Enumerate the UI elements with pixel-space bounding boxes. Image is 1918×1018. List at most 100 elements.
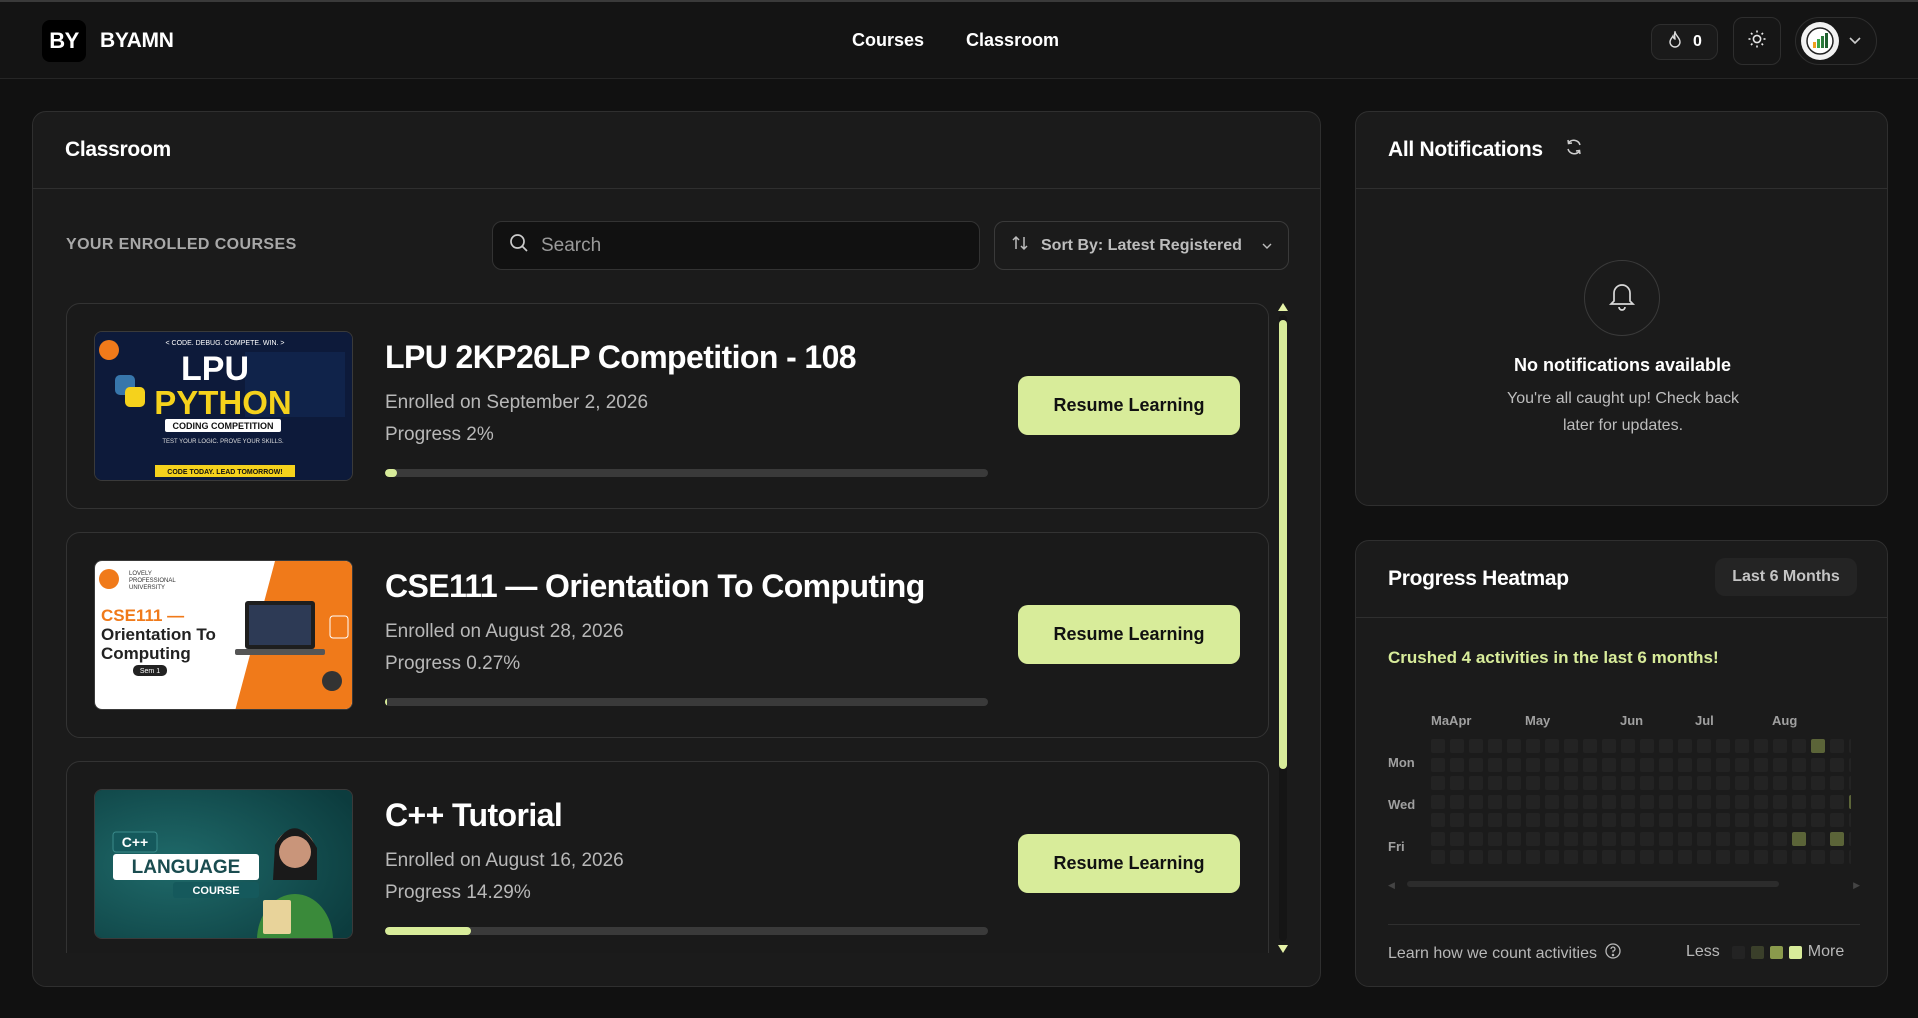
- heatmap-cell[interactable]: [1773, 832, 1787, 846]
- heatmap-cell[interactable]: [1792, 758, 1806, 772]
- heatmap-cell[interactable]: [1735, 813, 1749, 827]
- heatmap-cell[interactable]: [1583, 850, 1597, 864]
- heatmap-cell[interactable]: [1659, 813, 1673, 827]
- course-list-scrollbar[interactable]: [1277, 303, 1290, 953]
- sort-dropdown[interactable]: Sort By: Latest Registered: [994, 221, 1289, 270]
- heatmap-cell[interactable]: [1735, 776, 1749, 790]
- search-input[interactable]: [541, 234, 961, 257]
- heatmap-cell[interactable]: [1773, 739, 1787, 753]
- heatmap-range-selector[interactable]: Last 6 Months: [1715, 558, 1857, 596]
- heatmap-cell[interactable]: [1792, 832, 1806, 846]
- heatmap-cell[interactable]: [1773, 795, 1787, 809]
- heatmap-cell[interactable]: [1659, 850, 1673, 864]
- heatmap-cell[interactable]: [1621, 739, 1635, 753]
- heatmap-cell[interactable]: [1792, 795, 1806, 809]
- course-title[interactable]: C++ Tutorial: [385, 797, 563, 834]
- heatmap-cell[interactable]: [1469, 832, 1483, 846]
- heatmap-cell[interactable]: [1678, 813, 1692, 827]
- heatmap-cell[interactable]: [1640, 795, 1654, 809]
- heatmap-cell[interactable]: [1811, 758, 1825, 772]
- heatmap-cell[interactable]: [1564, 739, 1578, 753]
- heatmap-cell[interactable]: [1773, 758, 1787, 772]
- heatmap-cell[interactable]: [1450, 832, 1464, 846]
- heatmap-cell[interactable]: [1849, 758, 1851, 772]
- scroll-right-arrow-icon[interactable]: ▶: [1853, 880, 1860, 891]
- heatmap-cell[interactable]: [1450, 739, 1464, 753]
- heatmap-cell[interactable]: [1640, 739, 1654, 753]
- resume-learning-button[interactable]: Resume Learning: [1018, 834, 1240, 893]
- heatmap-horizontal-scrollbar[interactable]: ◀ ▶: [1388, 880, 1860, 891]
- heatmap-cell[interactable]: [1640, 832, 1654, 846]
- heatmap-cell[interactable]: [1431, 795, 1445, 809]
- heatmap-cell[interactable]: [1602, 850, 1616, 864]
- heatmap-cell[interactable]: [1640, 850, 1654, 864]
- heatmap-cell[interactable]: [1621, 795, 1635, 809]
- resume-learning-button[interactable]: Resume Learning: [1018, 376, 1240, 435]
- heatmap-cell[interactable]: [1583, 776, 1597, 790]
- heatmap-cell[interactable]: [1507, 776, 1521, 790]
- heatmap-cell[interactable]: [1488, 813, 1502, 827]
- nav-classroom[interactable]: Classroom: [966, 30, 1059, 51]
- heatmap-cell[interactable]: [1754, 813, 1768, 827]
- heatmap-cell[interactable]: [1526, 813, 1540, 827]
- heatmap-cell[interactable]: [1735, 832, 1749, 846]
- heatmap-cell[interactable]: [1621, 850, 1635, 864]
- heatmap-cell[interactable]: [1697, 776, 1711, 790]
- heatmap-cell[interactable]: [1450, 795, 1464, 809]
- heatmap-cell[interactable]: [1773, 850, 1787, 864]
- heatmap-cell[interactable]: [1735, 795, 1749, 809]
- heatmap-cell[interactable]: [1849, 850, 1851, 864]
- scroll-thumb[interactable]: [1407, 881, 1779, 887]
- heatmap-cell[interactable]: [1602, 758, 1616, 772]
- heatmap-cell[interactable]: [1507, 832, 1521, 846]
- heatmap-cell[interactable]: [1716, 795, 1730, 809]
- heatmap-cell[interactable]: [1469, 795, 1483, 809]
- heatmap-cell[interactable]: [1469, 813, 1483, 827]
- heatmap-cell[interactable]: [1697, 832, 1711, 846]
- heatmap-cell[interactable]: [1678, 739, 1692, 753]
- heatmap-cell[interactable]: [1564, 776, 1578, 790]
- heatmap-cell[interactable]: [1450, 850, 1464, 864]
- heatmap-cell[interactable]: [1678, 850, 1692, 864]
- course-card[interactable]: C++ LANGUAGE COURSE C++ Tutorial Enrolle…: [66, 761, 1269, 953]
- heatmap-cell[interactable]: [1488, 832, 1502, 846]
- heatmap-cell[interactable]: [1811, 850, 1825, 864]
- user-menu[interactable]: [1795, 17, 1877, 65]
- heatmap-cell[interactable]: [1697, 739, 1711, 753]
- heatmap-cell[interactable]: [1469, 739, 1483, 753]
- scroll-thumb[interactable]: [1279, 320, 1287, 769]
- heatmap-cell[interactable]: [1431, 739, 1445, 753]
- heatmap-cell[interactable]: [1469, 850, 1483, 864]
- scroll-down-arrow-icon[interactable]: [1278, 945, 1288, 953]
- heatmap-cell[interactable]: [1450, 758, 1464, 772]
- heatmap-cell[interactable]: [1488, 795, 1502, 809]
- heatmap-cell[interactable]: [1830, 776, 1844, 790]
- heatmap-cell[interactable]: [1583, 795, 1597, 809]
- resume-learning-button[interactable]: Resume Learning: [1018, 605, 1240, 664]
- heatmap-cell[interactable]: [1488, 758, 1502, 772]
- heatmap-cell[interactable]: [1659, 832, 1673, 846]
- heatmap-cell[interactable]: [1849, 795, 1851, 809]
- heatmap-cell[interactable]: [1716, 758, 1730, 772]
- heatmap-cell[interactable]: [1545, 850, 1559, 864]
- heatmap-cell[interactable]: [1640, 758, 1654, 772]
- heatmap-cell[interactable]: [1621, 776, 1635, 790]
- heatmap-cell[interactable]: [1526, 776, 1540, 790]
- heatmap-cell[interactable]: [1716, 832, 1730, 846]
- heatmap-cell[interactable]: [1640, 776, 1654, 790]
- heatmap-cell[interactable]: [1659, 739, 1673, 753]
- heatmap-cell[interactable]: [1735, 739, 1749, 753]
- heatmap-cell[interactable]: [1830, 739, 1844, 753]
- streak-counter[interactable]: 0: [1651, 24, 1718, 60]
- heatmap-cell[interactable]: [1526, 758, 1540, 772]
- heatmap-cell[interactable]: [1545, 758, 1559, 772]
- heatmap-cell[interactable]: [1469, 758, 1483, 772]
- heatmap-cell[interactable]: [1697, 795, 1711, 809]
- heatmap-cell[interactable]: [1830, 795, 1844, 809]
- help-circle-icon[interactable]: [1605, 943, 1621, 964]
- heatmap-cell[interactable]: [1564, 813, 1578, 827]
- heatmap-cell[interactable]: [1792, 776, 1806, 790]
- heatmap-cell[interactable]: [1849, 813, 1851, 827]
- heatmap-cell[interactable]: [1754, 832, 1768, 846]
- heatmap-cell[interactable]: [1488, 850, 1502, 864]
